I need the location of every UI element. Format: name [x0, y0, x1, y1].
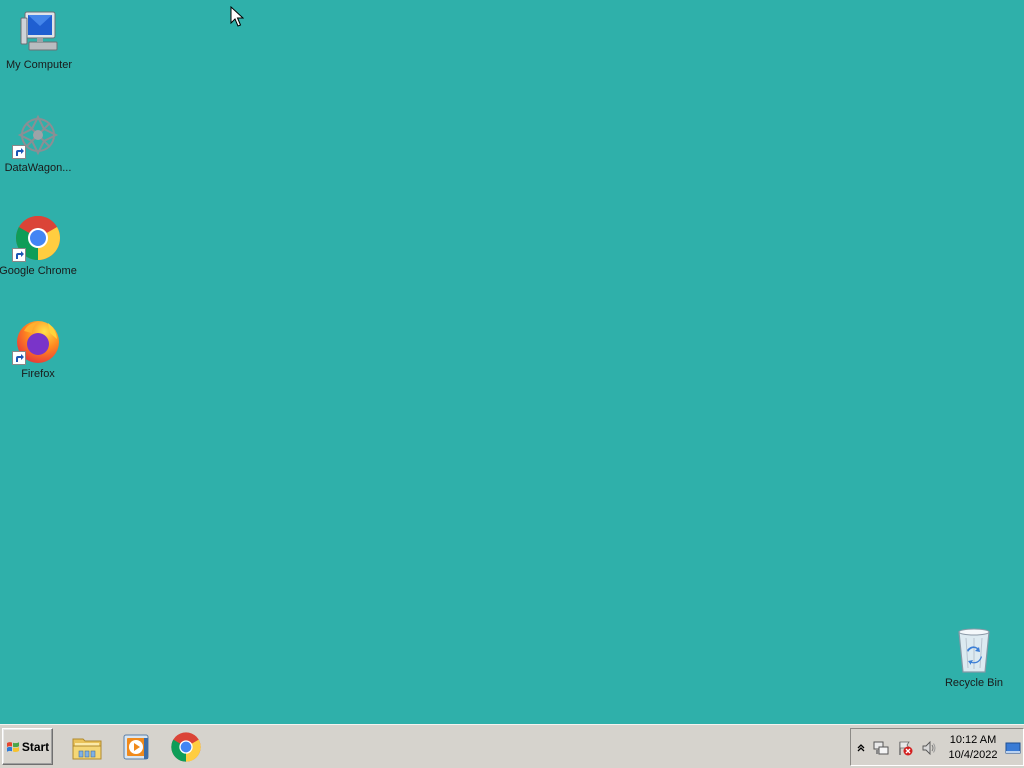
clock-date: 10/4/2022: [948, 749, 998, 761]
shortcut-arrow-icon: [12, 351, 26, 365]
volume-icon[interactable]: [921, 740, 937, 756]
chrome-icon: [171, 732, 201, 762]
desktop-icon-firefox[interactable]: Firefox: [0, 317, 77, 381]
action-center-icon[interactable]: [897, 740, 913, 756]
clock-time: 10:12 AM: [949, 734, 997, 746]
taskbar-app-media-player[interactable]: [118, 729, 154, 765]
system-tray: 10:12 AM 10/4/2022: [850, 728, 1024, 766]
desktop-icon-label: DataWagon...: [4, 162, 72, 174]
start-label: Start: [21, 739, 50, 754]
desktop-icon-recycle-bin[interactable]: Recycle Bin: [935, 626, 1013, 690]
firefox-icon: [12, 317, 62, 365]
folder-icon: [72, 738, 102, 760]
taskbar-app-file-explorer[interactable]: [69, 729, 105, 765]
start-button[interactable]: Start: [2, 728, 53, 765]
chrome-icon: [12, 214, 62, 262]
desktop-icon-label: Recycle Bin: [944, 677, 1004, 689]
mouse-cursor-icon: [230, 6, 244, 27]
taskbar: Start 10:12 AM 10/4/2022: [0, 724, 1024, 768]
desktop[interactable]: My Computer DataWagon... Google Chrome F…: [0, 0, 1024, 724]
desktop-icon-label: My Computer: [5, 59, 73, 71]
shortcut-arrow-icon: [12, 248, 26, 262]
desktop-icon-label: Firefox: [21, 368, 55, 380]
taskbar-app-google-chrome[interactable]: [168, 729, 204, 765]
computer-icon: [15, 8, 63, 56]
media-player-icon: [123, 734, 149, 760]
shortcut-arrow-icon: [12, 145, 26, 159]
show-hidden-icons-chevron[interactable]: [853, 740, 869, 756]
show-desktop-icon[interactable]: [1005, 740, 1021, 756]
datawagon-icon: [12, 111, 62, 159]
desktop-icon-my-computer[interactable]: My Computer: [0, 8, 78, 72]
desktop-icon-google-chrome[interactable]: Google Chrome: [0, 214, 77, 278]
desktop-icon-datawagon[interactable]: DataWagon...: [0, 111, 77, 175]
recycle-bin-icon: [950, 626, 998, 674]
clock[interactable]: 10:12 AM 10/4/2022: [943, 733, 1003, 763]
network-icon[interactable]: [873, 740, 889, 756]
windows-logo-icon: [6, 741, 19, 752]
desktop-icon-label: Google Chrome: [0, 265, 77, 277]
